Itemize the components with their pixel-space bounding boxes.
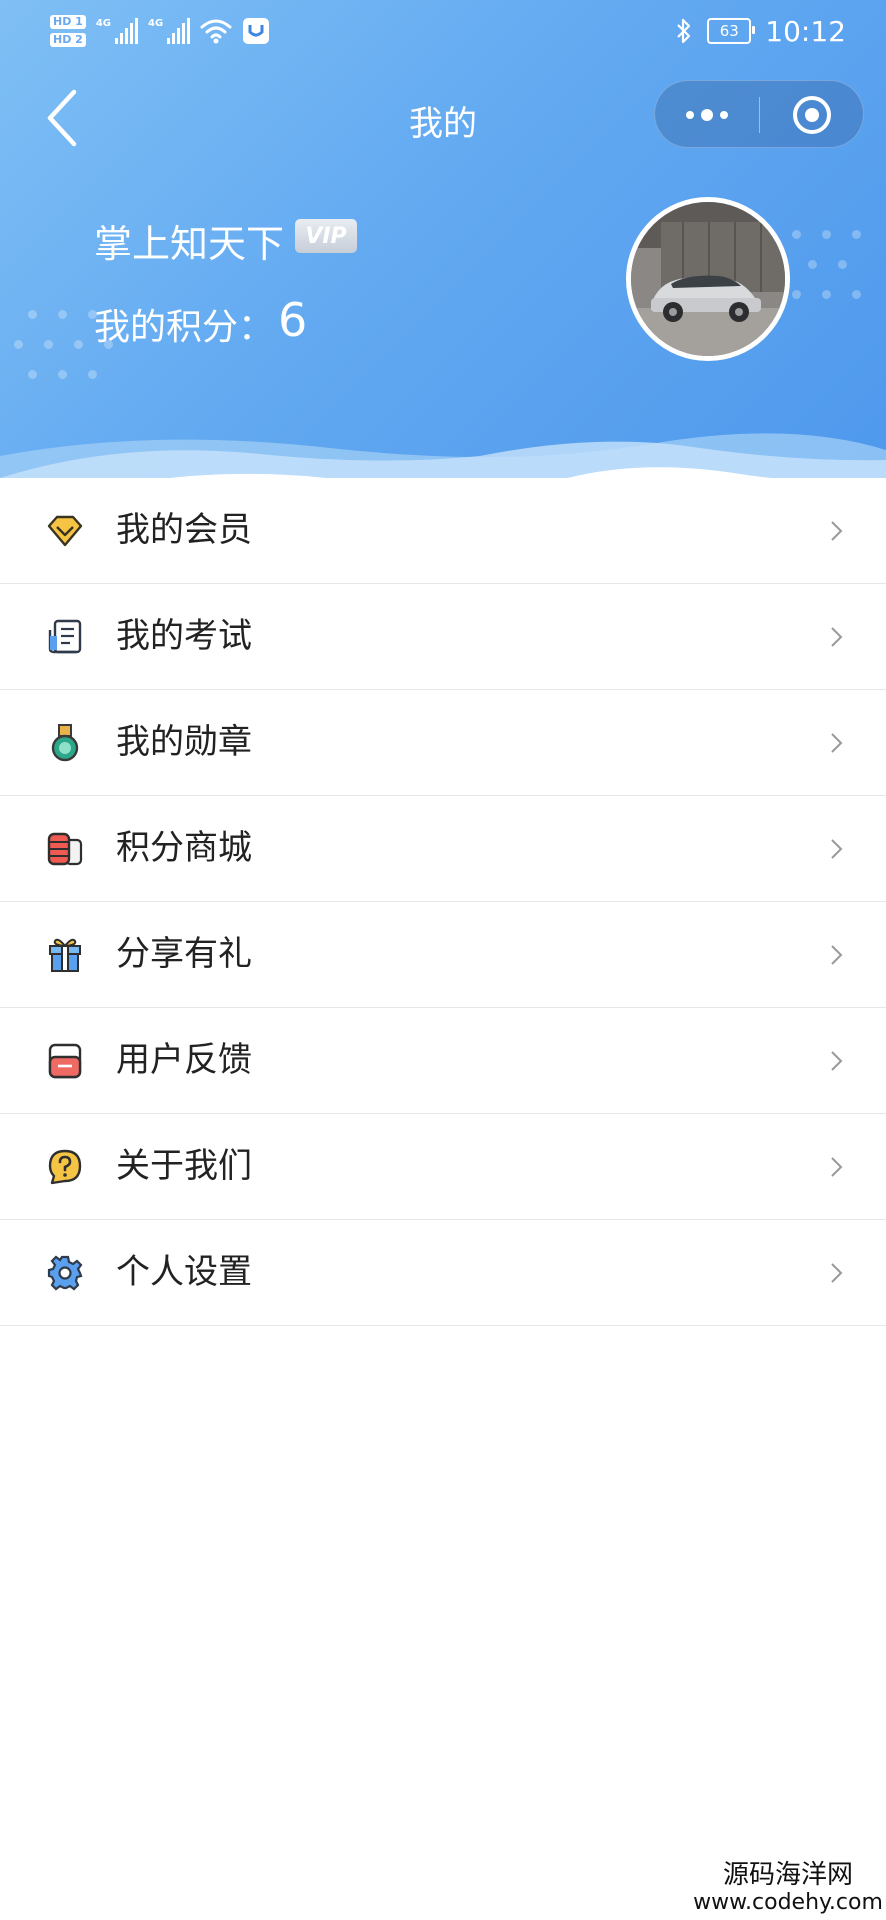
menu-item-label: 分享有礼 [116, 934, 252, 974]
exam-paper-icon [48, 619, 82, 654]
menu-item-exams[interactable]: 我的考试 [0, 584, 886, 690]
menu-item-settings[interactable]: 个人设置 [0, 1220, 886, 1326]
chevron-right-icon [831, 1263, 843, 1283]
menu-item-label: 积分商城 [116, 828, 252, 868]
chevron-right-icon [831, 945, 843, 965]
menu-item-label: 用户反馈 [116, 1040, 252, 1080]
diamond-icon [47, 515, 83, 547]
wifi-icon [200, 19, 232, 44]
watermark-line: www.codehy.com [693, 1890, 883, 1915]
hd-badges: HD 1 HD 2 [50, 15, 86, 47]
feedback-icon [48, 1043, 82, 1079]
more-button[interactable] [655, 81, 759, 149]
chevron-right-icon [831, 839, 843, 859]
chevron-right-icon [831, 733, 843, 753]
chevron-right-icon [831, 1157, 843, 1177]
medal-icon [51, 724, 79, 762]
close-button[interactable] [760, 81, 864, 149]
avatar[interactable] [626, 197, 790, 361]
chevron-right-icon [831, 521, 843, 541]
menu-item-share-rewards[interactable]: 分享有礼 [0, 902, 886, 1008]
watermark: 源码海洋网 www.codehy.com [690, 1860, 886, 1916]
mini-program-capsule [654, 80, 864, 148]
more-dots-icon [720, 111, 728, 119]
chevron-right-icon [831, 627, 843, 647]
menu-item-label: 我的会员 [116, 510, 252, 550]
clock: 10:12 [765, 14, 846, 48]
app-notification-icon [243, 18, 270, 44]
menu-item-label: 我的勋章 [116, 722, 252, 762]
chevron-right-icon [831, 1051, 843, 1071]
cellular-signal-icon: 4G [96, 18, 138, 44]
menu-item-label: 关于我们 [116, 1146, 252, 1186]
gear-icon [47, 1255, 83, 1291]
menu-list: 我的会员 我的考试 我的勋章 积分商城 分享有礼 用户反馈 关于我们 个人设置 [0, 478, 886, 1326]
battery-level: 63 [719, 22, 739, 40]
profile-header: HD 1 HD 2 4G 4G 63 10:12 我的 掌上知天下 VIP 我的… [0, 0, 886, 540]
watermark-line: 源码海洋网 [722, 1860, 853, 1890]
menu-item-points-mall[interactable]: 积分商城 [0, 796, 886, 902]
user-name: 掌上知天下 [94, 222, 285, 266]
battery-icon: 63 [707, 18, 756, 44]
more-dots-icon [686, 111, 694, 119]
points-label: 我的积分： [94, 307, 275, 348]
status-bar: HD 1 HD 2 4G 4G 63 10:12 [0, 0, 886, 62]
vip-badge: VIP [295, 219, 357, 253]
bluetooth-icon [677, 18, 691, 44]
target-circle-icon [793, 96, 831, 134]
cellular-signal-icon: 4G [148, 18, 191, 44]
menu-item-membership[interactable]: 我的会员 [0, 478, 886, 584]
menu-item-about-us[interactable]: 关于我们 [0, 1114, 886, 1220]
menu-item-feedback[interactable]: 用户反馈 [0, 1008, 886, 1114]
points-value: 6 [278, 293, 308, 347]
menu-item-medals[interactable]: 我的勋章 [0, 690, 886, 796]
more-dots-icon [701, 109, 713, 121]
menu-item-label: 个人设置 [116, 1252, 252, 1292]
nav-bar: 我的 [0, 72, 886, 168]
hd-badge: HD 1 [50, 15, 86, 29]
coins-stack-icon [47, 832, 83, 866]
gift-icon [49, 938, 81, 972]
car-photo [631, 202, 785, 356]
hd-badge: HD 2 [50, 33, 86, 47]
menu-item-label: 我的考试 [116, 616, 252, 656]
question-bubble-icon [48, 1149, 82, 1185]
